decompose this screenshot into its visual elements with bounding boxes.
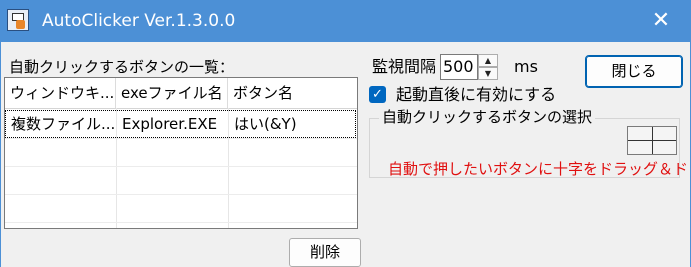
column-header-window[interactable]: ウィンドウキ... bbox=[5, 78, 116, 108]
arrow-down-icon[interactable]: ▼ bbox=[478, 67, 498, 80]
delete-button[interactable]: 削除 bbox=[289, 238, 361, 267]
row-divider bbox=[5, 222, 357, 223]
interval-input[interactable]: 500 bbox=[440, 54, 478, 80]
interval-unit: ms bbox=[514, 57, 538, 76]
interval-spinner: ▲ ▼ bbox=[478, 54, 498, 80]
row-divider bbox=[5, 194, 357, 195]
cell-exe: Explorer.EXE bbox=[122, 115, 218, 133]
select-group-title: 自動クリックするボタンの選択 bbox=[379, 107, 596, 127]
row-divider bbox=[5, 166, 357, 167]
app-icon-hand bbox=[16, 20, 25, 29]
interval-label: 監視間隔 bbox=[372, 57, 437, 76]
row-divider bbox=[5, 138, 357, 139]
column-header-exe[interactable]: exeファイル名 bbox=[116, 78, 228, 108]
app-icon bbox=[7, 9, 29, 31]
title-bar[interactable]: AutoClicker Ver.1.3.0.0 ✕ bbox=[0, 0, 691, 42]
checkmark-icon: ✓ bbox=[372, 87, 383, 102]
column-header-button[interactable]: ボタン名 bbox=[228, 78, 357, 108]
cell-button-name: はい(&Y) bbox=[234, 115, 297, 133]
arrow-up-icon[interactable]: ▲ bbox=[478, 54, 498, 67]
startup-checkbox[interactable]: ✓ bbox=[369, 86, 386, 103]
button-list[interactable]: ウィンドウキ... exeファイル名 ボタン名 複数ファイル... Explor… bbox=[4, 77, 358, 229]
window-title: AutoClicker Ver.1.3.0.0 bbox=[42, 11, 236, 31]
cell-window: 複数ファイル... bbox=[11, 115, 116, 133]
crosshair-target-icon[interactable] bbox=[627, 126, 677, 155]
startup-checkbox-label[interactable]: 起動直後に有効にする bbox=[396, 84, 556, 106]
list-label: 自動クリックするボタンの一覧： bbox=[9, 58, 235, 76]
close-button[interactable]: 閉じる bbox=[585, 55, 683, 88]
list-header: ウィンドウキ... exeファイル名 ボタン名 bbox=[5, 78, 357, 109]
crosshair-horizontal bbox=[628, 140, 676, 141]
drag-hint: 自動で押したいボタンに十字をドラッグ＆ド bbox=[388, 160, 688, 178]
close-icon[interactable]: ✕ bbox=[646, 8, 676, 34]
list-row[interactable]: 複数ファイル... Explorer.EXE はい(&Y) bbox=[5, 110, 357, 138]
